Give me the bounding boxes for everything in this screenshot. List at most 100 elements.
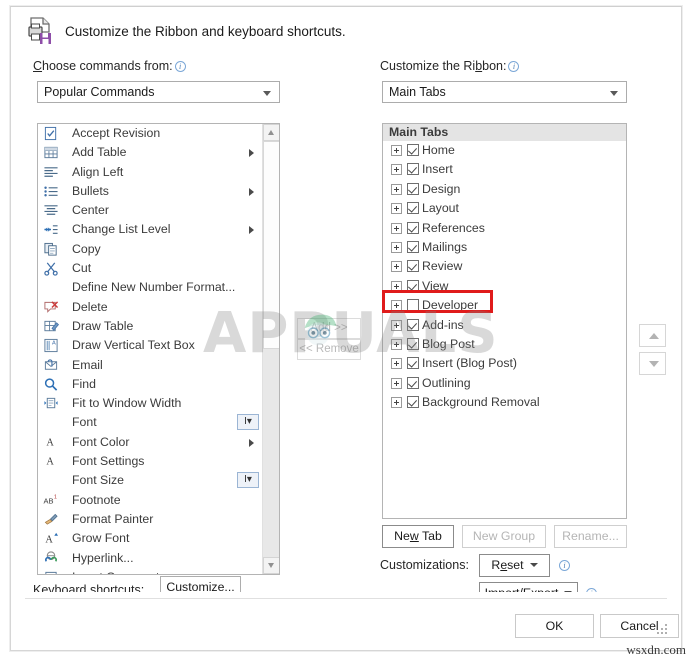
resize-grip[interactable] xyxy=(657,624,667,634)
main-tab-checkbox[interactable] xyxy=(407,299,419,312)
scroll-up-button[interactable] xyxy=(263,124,279,141)
info-icon[interactable]: i xyxy=(174,61,186,72)
scroll-down-button[interactable] xyxy=(263,557,279,574)
commands-list[interactable]: Accept Revision Add Table Align Left Bullet… xyxy=(38,124,262,574)
expand-plus-icon[interactable] xyxy=(391,145,402,156)
main-tab-checkbox[interactable] xyxy=(407,202,419,215)
command-list-item[interactable]: Format Painter xyxy=(38,510,262,529)
combo-spinner-icon[interactable]: I▾ xyxy=(237,472,259,489)
main-tabs-list[interactable]: Home Insert Design Layout References Mailings… xyxy=(383,141,626,412)
main-tab-checkbox[interactable] xyxy=(407,182,419,195)
main-tab-row[interactable]: Review xyxy=(383,257,626,276)
main-tab-row[interactable]: Home xyxy=(383,141,626,160)
main-tab-row[interactable]: Developer xyxy=(383,296,626,315)
main-tabs-listbox[interactable]: Main Tabs Home Insert Design Layout Referenc… xyxy=(382,123,627,519)
import-export-button[interactable]: Import/Export xyxy=(479,582,578,592)
command-list-item[interactable]: Cut xyxy=(38,259,262,278)
main-tab-checkbox[interactable] xyxy=(407,144,419,156)
main-tab-checkbox[interactable] xyxy=(407,279,419,292)
main-tab-checkbox[interactable] xyxy=(407,357,419,370)
move-down-button[interactable] xyxy=(639,352,666,375)
commands-listbox[interactable]: Accept Revision Add Table Align Left Bullet… xyxy=(37,123,280,575)
expand-plus-icon[interactable] xyxy=(391,377,402,389)
command-list-item[interactable]: A Draw Vertical Text Box xyxy=(38,336,262,355)
main-tab-row[interactable]: Insert (Blog Post) xyxy=(383,354,626,373)
main-tab-row[interactable]: Insert xyxy=(383,160,626,179)
main-tab-row[interactable]: References xyxy=(383,219,626,238)
command-list-item[interactable]: Change List Level xyxy=(38,220,262,239)
main-tab-label: Blog Post xyxy=(422,336,475,351)
command-list-item[interactable]: Delete xyxy=(38,298,262,317)
expand-plus-icon[interactable] xyxy=(391,358,402,370)
cancel-button[interactable]: Cancel xyxy=(600,614,679,638)
new-group-button[interactable]: New Group xyxy=(462,525,546,548)
none xyxy=(43,415,59,430)
command-list-item[interactable]: Font Size I▾ xyxy=(38,471,262,490)
expand-plus-icon[interactable] xyxy=(391,183,402,195)
command-list-item[interactable]: A Font Color xyxy=(38,433,262,452)
main-tab-row[interactable]: Outlining xyxy=(383,374,626,393)
expand-plus-icon[interactable] xyxy=(391,164,402,176)
remove-button[interactable]: << Remove xyxy=(297,339,361,360)
main-tab-checkbox[interactable] xyxy=(407,163,419,176)
command-list-item[interactable]: Email xyxy=(38,356,262,375)
info-icon[interactable]: i xyxy=(508,61,520,72)
main-tab-row[interactable]: Add-ins xyxy=(383,316,626,335)
command-list-item[interactable]: Draw Table xyxy=(38,317,262,336)
fit-window-width-icon xyxy=(43,396,59,411)
main-tab-checkbox[interactable] xyxy=(407,318,419,331)
command-list-item[interactable]: Accept Revision xyxy=(38,124,262,143)
command-list-item[interactable]: Insert Comment xyxy=(38,568,262,574)
expand-plus-icon[interactable] xyxy=(391,319,402,331)
main-tab-checkbox[interactable] xyxy=(407,221,419,234)
main-tab-row[interactable]: Layout xyxy=(383,199,626,218)
new-tab-button[interactable]: New Tab xyxy=(382,525,454,548)
scrollbar-thumb[interactable] xyxy=(263,141,279,349)
command-list-item[interactable]: A Font Settings xyxy=(38,452,262,471)
customize-keyboard-button[interactable]: Customize... xyxy=(160,576,241,592)
expand-plus-icon[interactable] xyxy=(391,397,402,409)
ok-button[interactable]: OK xyxy=(515,614,594,638)
expand-plus-icon[interactable] xyxy=(391,241,402,253)
main-tab-checkbox[interactable] xyxy=(407,240,419,253)
expand-plus-icon[interactable] xyxy=(391,261,402,273)
command-list-item[interactable]: A Grow Font xyxy=(38,529,262,548)
command-list-item[interactable]: Define New Number Format... xyxy=(38,278,262,297)
command-list-item[interactable]: Align Left xyxy=(38,163,262,182)
expand-plus-icon[interactable] xyxy=(391,203,402,215)
expand-plus-icon[interactable] xyxy=(391,222,402,234)
command-list-item[interactable]: Copy xyxy=(38,240,262,259)
combo-spinner-icon[interactable]: I▾ xyxy=(237,414,259,431)
main-tab-row[interactable]: Design xyxy=(383,180,626,199)
command-list-item[interactable]: Find xyxy=(38,375,262,394)
main-tab-row[interactable]: Blog Post xyxy=(383,335,626,354)
choose-commands-from-label: Choose commands from: i xyxy=(33,59,186,73)
main-tab-checkbox[interactable] xyxy=(407,337,419,350)
expand-plus-icon[interactable] xyxy=(391,280,402,292)
command-list-item[interactable]: Add Table xyxy=(38,143,262,162)
command-list-item[interactable]: Fit to Window Width xyxy=(38,394,262,413)
rename-button[interactable]: Rename... xyxy=(554,525,627,548)
customize-ribbon-select[interactable]: Main Tabs xyxy=(382,81,627,103)
main-tab-row[interactable]: Mailings xyxy=(383,238,626,257)
command-list-item[interactable]: Center xyxy=(38,201,262,220)
main-tab-label: Design xyxy=(422,181,461,196)
main-tab-row[interactable]: Background Removal xyxy=(383,393,626,412)
main-tab-checkbox[interactable] xyxy=(407,260,419,273)
main-tab-row[interactable]: View xyxy=(383,277,626,296)
command-list-item[interactable]: AB 1 Footnote xyxy=(38,491,262,510)
move-up-button[interactable] xyxy=(639,324,666,347)
expand-plus-icon[interactable] xyxy=(391,338,402,350)
choose-commands-from-select[interactable]: Popular Commands xyxy=(37,81,280,103)
command-list-item[interactable]: Hyperlink... xyxy=(38,549,262,568)
main-tab-checkbox[interactable] xyxy=(407,376,419,389)
info-icon[interactable]: i xyxy=(559,560,570,571)
info-icon[interactable]: i xyxy=(586,588,597,592)
reset-button[interactable]: Reset xyxy=(479,554,550,577)
commands-list-scrollbar[interactable] xyxy=(262,124,279,574)
command-list-item[interactable]: Bullets xyxy=(38,182,262,201)
command-list-item[interactable]: Font I▾ xyxy=(38,413,262,432)
expand-plus-icon[interactable] xyxy=(391,300,402,312)
add-button[interactable]: Add >> xyxy=(297,318,361,339)
main-tab-checkbox[interactable] xyxy=(407,396,419,409)
